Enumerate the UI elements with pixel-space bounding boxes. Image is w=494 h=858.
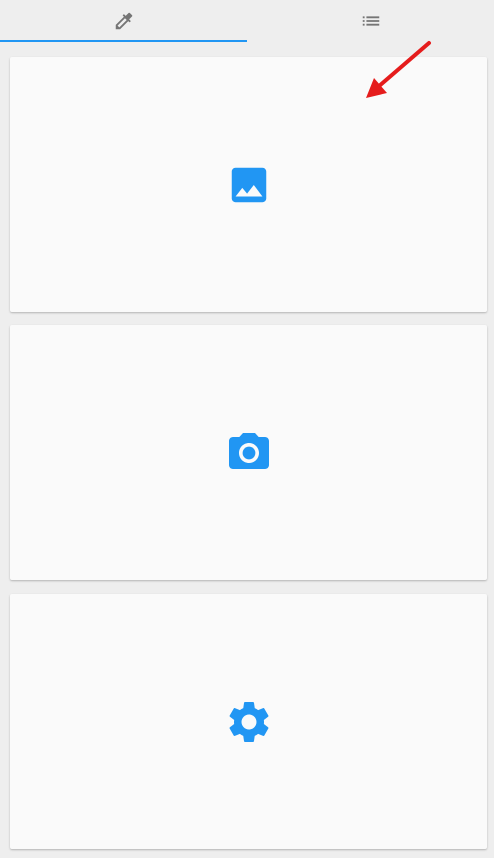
- camera-card[interactable]: [10, 325, 487, 580]
- camera-icon: [225, 429, 273, 477]
- gallery-card[interactable]: [10, 57, 487, 312]
- eyedropper-icon: [113, 10, 135, 32]
- settings-card[interactable]: [10, 594, 487, 849]
- tab-bar: [0, 0, 494, 42]
- tab-color-picker[interactable]: [0, 0, 247, 42]
- image-icon: [226, 162, 272, 208]
- gear-icon: [224, 697, 274, 747]
- list-icon: [360, 10, 382, 32]
- active-tab-indicator: [0, 40, 247, 42]
- app-screen: [0, 0, 494, 858]
- tab-list[interactable]: [247, 0, 494, 42]
